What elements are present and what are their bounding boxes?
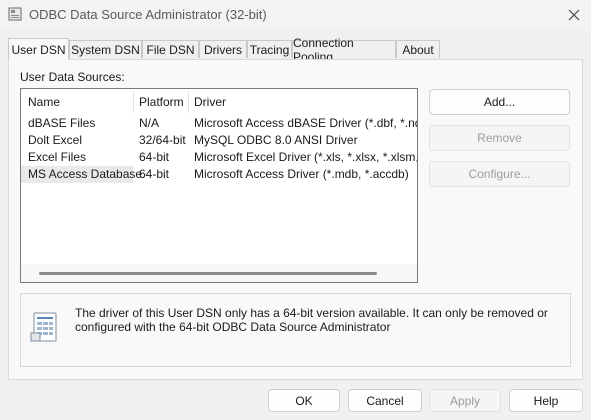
list-item[interactable]: dBASE Files N/A Microsoft Access dBASE D… xyxy=(21,115,417,132)
help-button[interactable]: Help xyxy=(509,389,583,412)
tab-tracing[interactable]: Tracing xyxy=(247,40,292,58)
scrollbar-thumb[interactable] xyxy=(39,272,377,275)
list-item-selected[interactable]: MS Access Database 64-bit Microsoft Acce… xyxy=(21,166,417,183)
row-platform: 64-bit xyxy=(139,150,170,164)
tab-file-dsn[interactable]: File DSN xyxy=(142,40,199,58)
row-driver: Microsoft Access dBASE Driver (*.dbf, *.… xyxy=(194,116,417,130)
apply-button[interactable]: Apply xyxy=(429,389,501,412)
column-header-driver[interactable]: Driver xyxy=(194,95,226,109)
tab-system-dsn[interactable]: System DSN xyxy=(69,40,142,58)
configure-button[interactable]: Configure... xyxy=(429,161,570,187)
column-header-name[interactable]: Name xyxy=(28,95,60,109)
row-name: Excel Files xyxy=(28,150,87,164)
list-item[interactable]: Dolt Excel 32/64-bit MySQL ODBC 8.0 ANSI… xyxy=(21,132,417,149)
window-title: ODBC Data Source Administrator (32-bit) xyxy=(29,7,267,22)
section-label: User Data Sources: xyxy=(20,70,125,84)
data-sources-list[interactable]: Name Platform Driver dBASE Files N/A Mic… xyxy=(20,88,418,283)
row-driver: Microsoft Excel Driver (*.xls, *.xlsx, *… xyxy=(194,150,418,164)
row-platform: 32/64-bit xyxy=(139,133,186,147)
tab-drivers[interactable]: Drivers xyxy=(199,40,247,58)
ok-button[interactable]: OK xyxy=(268,389,340,412)
add-button[interactable]: Add... xyxy=(429,89,570,115)
row-platform: N/A xyxy=(139,116,160,130)
tab-connection-pooling[interactable]: Connection Pooling xyxy=(292,36,396,64)
row-name: Dolt Excel xyxy=(28,133,83,147)
column-divider[interactable] xyxy=(133,91,134,113)
title-bar: ODBC Data Source Administrator (32-bit) xyxy=(0,0,591,30)
column-divider[interactable] xyxy=(188,91,189,113)
horizontal-scrollbar[interactable] xyxy=(21,264,417,282)
row-name: MS Access Database xyxy=(28,167,143,181)
tab-bar: User DSN System DSN File DSN Drivers Tra… xyxy=(8,36,583,64)
tab-user-dsn[interactable]: User DSN xyxy=(8,38,69,60)
list-item[interactable]: Excel Files 64-bit Microsoft Excel Drive… xyxy=(21,149,417,166)
cancel-button[interactable]: Cancel xyxy=(348,389,422,412)
list-header: Name Platform Driver xyxy=(21,89,417,113)
row-driver: Microsoft Access Driver (*.mdb, *.accdb) xyxy=(194,167,409,181)
odbc-app-icon xyxy=(8,7,22,21)
close-icon[interactable] xyxy=(562,5,586,25)
info-message: The driver of this User DSN only has a 6… xyxy=(75,306,548,334)
row-driver: MySQL ODBC 8.0 ANSI Driver xyxy=(194,133,358,147)
column-header-platform[interactable]: Platform xyxy=(139,95,184,109)
data-source-info-icon xyxy=(30,311,60,343)
row-platform: 64-bit xyxy=(139,167,170,181)
remove-button[interactable]: Remove xyxy=(429,125,570,151)
tab-about[interactable]: About xyxy=(396,40,440,58)
row-name: dBASE Files xyxy=(28,116,96,130)
